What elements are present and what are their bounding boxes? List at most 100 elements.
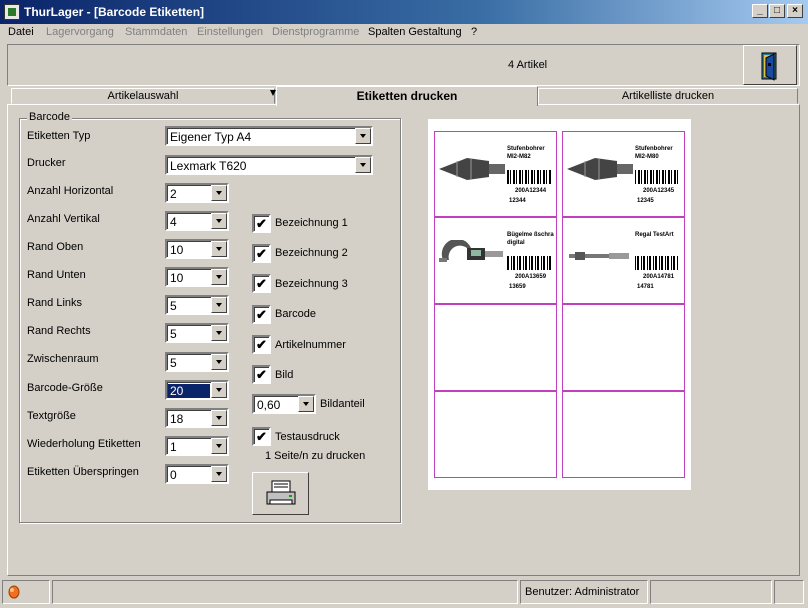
chevron-down-icon[interactable] xyxy=(211,269,227,285)
anzahl-vertikal-select[interactable]: 4 xyxy=(165,211,229,231)
chevron-down-icon[interactable] xyxy=(211,410,227,426)
print-button[interactable] xyxy=(252,472,309,515)
close-button[interactable]: × xyxy=(787,4,803,18)
menu-dienstprogramme[interactable]: Dienstprogramme xyxy=(272,26,359,38)
status-indicator xyxy=(2,580,50,604)
bezeichnung1-checkbox[interactable]: ✔ xyxy=(252,214,271,233)
rand-oben-value: 10 xyxy=(170,243,184,257)
rand-oben-select[interactable]: 10 xyxy=(165,239,229,259)
bezeichnung3-checkbox[interactable]: ✔ xyxy=(252,274,271,293)
status-user: Benutzer: Administrator xyxy=(520,580,648,604)
bezeichnung2-checkbox[interactable]: ✔ xyxy=(252,244,271,263)
bild-label: Bild xyxy=(275,369,294,381)
drucker-value: Lexmark T620 xyxy=(170,159,247,173)
textgroesse-select[interactable]: 18 xyxy=(165,408,229,428)
rand-links-select[interactable]: 5 xyxy=(165,295,229,315)
rand-rechts-select[interactable]: 5 xyxy=(165,323,229,343)
rand-unten-select[interactable]: 10 xyxy=(165,267,229,287)
tab-artikelauswahl-label: Artikelauswahl xyxy=(107,90,179,102)
chevron-down-icon[interactable] xyxy=(211,438,227,454)
wiederholung-label: Wiederholung Etiketten xyxy=(27,438,141,450)
chevron-down-icon[interactable] xyxy=(211,382,227,398)
printer-icon xyxy=(266,480,296,505)
zwischenraum-select[interactable]: 5 xyxy=(165,352,229,372)
bild-checkbox[interactable]: ✔ xyxy=(252,365,271,384)
chevron-down-icon[interactable] xyxy=(211,297,227,313)
label-cell: Regal TestArt 200A14781 14781 xyxy=(562,217,685,304)
anzahl-vertikal-value: 4 xyxy=(170,215,177,229)
barcode-image xyxy=(507,256,551,270)
ueberspringen-value: 0 xyxy=(170,468,177,482)
menu-lagervorgang[interactable]: Lagervorgang xyxy=(46,26,114,38)
bildanteil-select[interactable]: 0,60 xyxy=(252,394,316,414)
menu-datei[interactable]: Datei xyxy=(8,26,34,38)
status-grip[interactable] xyxy=(774,580,804,604)
bezeichnung2-label: Bezeichnung 2 xyxy=(275,247,348,259)
rand-links-label: Rand Links xyxy=(27,297,83,309)
label-name1: Regal TestArt xyxy=(635,232,674,238)
rand-rechts-value: 5 xyxy=(170,327,177,341)
etiketten-typ-select[interactable]: Eigener Typ A4 xyxy=(165,126,373,146)
artikelnummer-label: Artikelnummer xyxy=(275,339,346,351)
label-name2: digital xyxy=(507,240,525,246)
groupbox-title: Barcode xyxy=(27,111,72,123)
chevron-down-icon[interactable] xyxy=(355,157,371,173)
label-cell-empty xyxy=(562,391,685,478)
step-drill-image xyxy=(439,158,505,180)
rand-unten-value: 10 xyxy=(170,271,184,285)
label-number: 12345 xyxy=(637,198,654,204)
menu-spalten-gestaltung[interactable]: Spalten Gestaltung xyxy=(368,26,462,38)
ueberspringen-select[interactable]: 0 xyxy=(165,464,229,484)
barcode-image xyxy=(635,256,679,270)
ueberspringen-label: Etiketten Überspringen xyxy=(27,466,139,478)
barcode-groupbox xyxy=(19,118,401,523)
bildanteil-value: 0,60 xyxy=(257,398,281,412)
barcode-image xyxy=(507,170,551,184)
rand-rechts-label: Rand Rechts xyxy=(27,325,91,337)
anzahl-horizontal-label: Anzahl Horizontal xyxy=(27,185,114,197)
drucker-select[interactable]: Lexmark T620 xyxy=(165,155,373,175)
label-number: 12344 xyxy=(509,198,526,204)
chevron-down-icon[interactable] xyxy=(211,213,227,229)
chevron-down-icon[interactable] xyxy=(355,128,371,144)
chevron-down-icon[interactable] xyxy=(298,396,314,412)
app-icon xyxy=(4,4,20,20)
artikelnummer-checkbox[interactable]: ✔ xyxy=(252,335,271,354)
label-name1: Stufenbohrer xyxy=(507,146,545,152)
tab-artikelauswahl[interactable]: Artikelauswahl xyxy=(11,88,275,104)
zwischenraum-label: Zwischenraum xyxy=(27,353,99,365)
tab-artikelliste-drucken[interactable]: Artikelliste drucken xyxy=(538,88,798,104)
chevron-down-icon[interactable] xyxy=(211,185,227,201)
tab-artikelliste-drucken-label: Artikelliste drucken xyxy=(621,90,715,102)
barcode-label: Barcode xyxy=(275,308,316,320)
menu-einstellungen[interactable]: Einstellungen xyxy=(197,26,263,38)
label-cell: Stufenbohrer MI2-M80 200A12345 12345 xyxy=(562,131,685,217)
testausdruck-checkbox[interactable]: ✔ xyxy=(252,427,271,446)
label-cell-empty xyxy=(562,304,685,391)
tab-etiketten-drucken[interactable]: Etiketten drucken xyxy=(276,86,538,106)
label-cell: Stufenbohrer MI2-M82 200A12344 12344 xyxy=(434,131,557,217)
menu-bar: Datei Lagervorgang Stammdaten Einstellun… xyxy=(0,24,808,42)
chevron-down-icon[interactable] xyxy=(211,241,227,257)
label-number: 13659 xyxy=(509,284,526,290)
tool-image xyxy=(569,252,629,260)
barcode-groesse-select[interactable]: 20 xyxy=(165,380,229,400)
label-cell-empty xyxy=(434,304,557,391)
maximize-button[interactable]: □ xyxy=(769,4,785,18)
chevron-down-icon[interactable] xyxy=(211,466,227,482)
anzahl-horizontal-select[interactable]: 2 xyxy=(165,183,229,203)
barcode-checkbox[interactable]: ✔ xyxy=(252,305,271,324)
anzahl-vertikal-label: Anzahl Vertikal xyxy=(27,213,100,225)
anzahl-horizontal-value: 2 xyxy=(170,187,177,201)
exit-button[interactable] xyxy=(743,45,797,85)
minimize-button[interactable]: _ xyxy=(752,4,768,18)
header-box xyxy=(7,44,800,86)
title-bar[interactable]: ThurLager - [Barcode Etiketten] _ □ × xyxy=(0,0,808,24)
wiederholung-select[interactable]: 1 xyxy=(165,436,229,456)
textgroesse-value: 18 xyxy=(170,412,184,426)
menu-help[interactable]: ? xyxy=(471,26,477,38)
chevron-down-icon[interactable] xyxy=(211,325,227,341)
chevron-down-icon[interactable] xyxy=(211,354,227,370)
menu-stammdaten[interactable]: Stammdaten xyxy=(125,26,187,38)
etiketten-typ-value: Eigener Typ A4 xyxy=(170,130,252,144)
